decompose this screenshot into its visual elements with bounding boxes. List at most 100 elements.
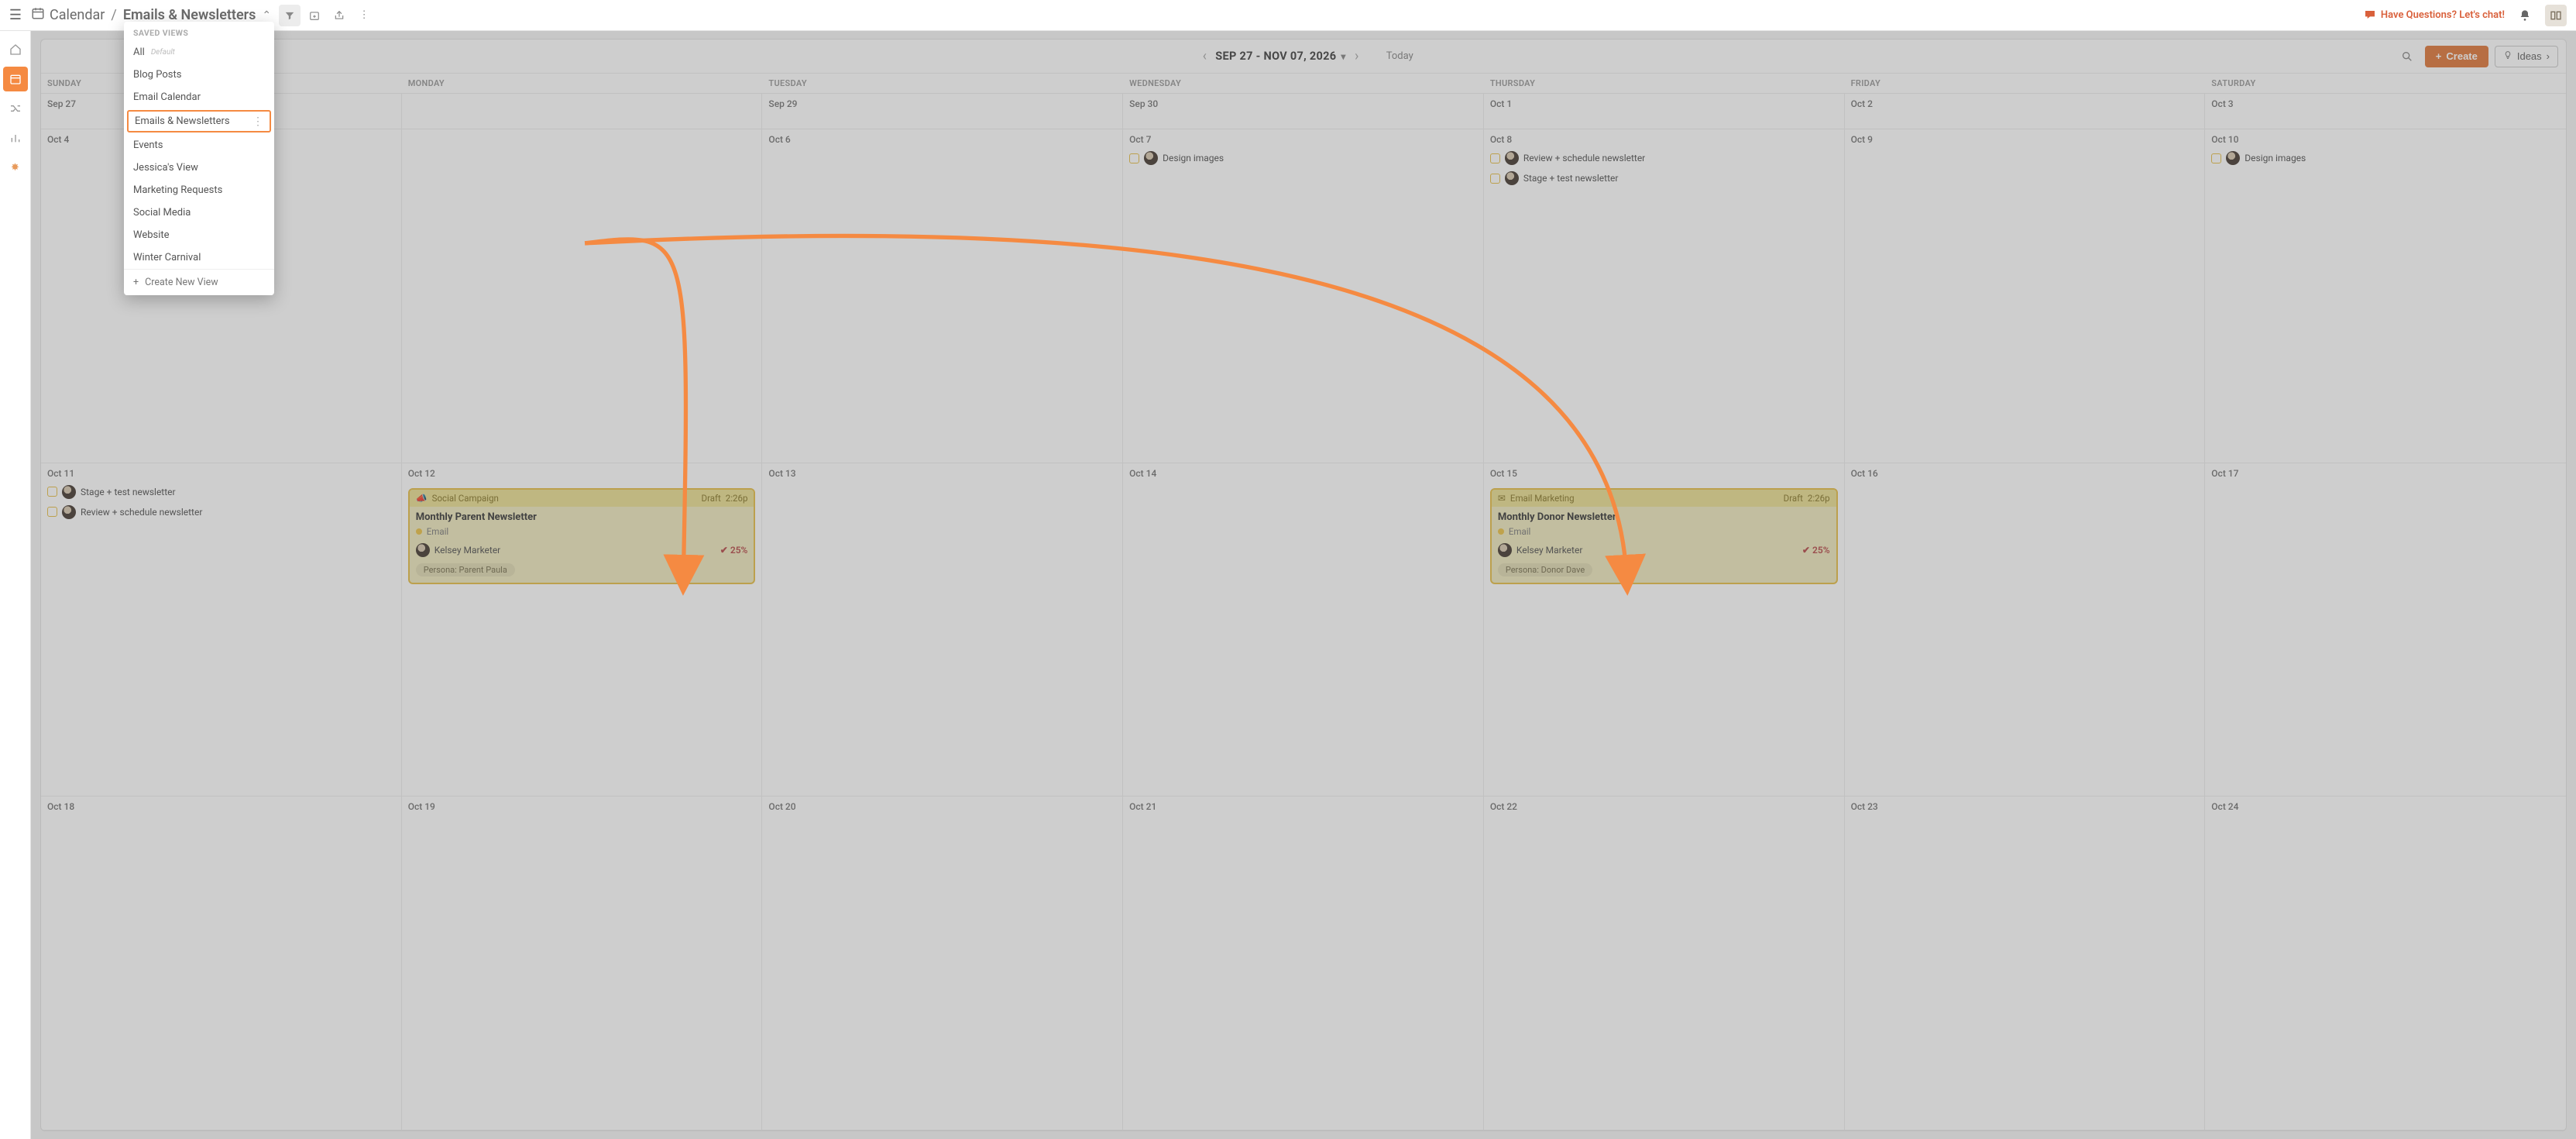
view-website[interactable]: Website [124,224,274,246]
chevron-up-icon[interactable]: ⌃ [262,9,271,22]
day-cell[interactable]: Oct 15 ✉ Email Marketing Draft2:26p Mont… [1484,463,1845,797]
progress-badge: ✔25% [1802,545,1830,556]
card-status: Draft [1784,493,1803,504]
create-new-view[interactable]: +Create New View [124,270,274,295]
day-cell[interactable] [402,94,763,129]
kebab-icon[interactable]: ⋮ [252,115,263,128]
breadcrumb-view[interactable]: Emails & Newsletters [123,7,256,23]
checkbox-icon[interactable] [1490,153,1500,163]
view-social-media[interactable]: Social Media [124,201,274,224]
checkbox-icon[interactable] [47,507,57,517]
day-cell[interactable]: Oct 9 [1845,129,2206,463]
kebab-icon[interactable]: ⋮ [353,5,375,26]
view-marketing-requests[interactable]: Marketing Requests [124,179,274,201]
view-emails-newsletters[interactable]: Emails & Newsletters⋮ [127,110,271,132]
card-kind: Social Campaign [432,493,499,504]
share-icon[interactable] [328,5,350,26]
rail-star-icon[interactable]: ✸ [3,155,28,180]
rail-calendar-icon[interactable] [3,67,28,91]
dropdown-label: SAVED VIEWS [124,22,274,41]
today-link[interactable]: Today [1386,50,1413,62]
date-label: Oct 1 [1490,98,1838,109]
plus-icon: + [2436,50,2442,62]
day-cell[interactable]: Oct 18 [41,797,402,1130]
ideas-label: Ideas [2517,50,2542,62]
rail-home-icon[interactable] [3,37,28,62]
day-cell[interactable]: Oct 10 Design images [2205,129,2566,463]
task-item[interactable]: Review + schedule newsletter [1490,151,1838,165]
day-cell[interactable]: Oct 17 [2205,463,2566,797]
checkbox-icon[interactable] [1129,153,1139,163]
task-item[interactable]: Stage + test newsletter [47,485,395,499]
toolbar-icons: ⋮ [279,5,375,26]
card-status: Draft [702,493,721,504]
content-card[interactable]: 📣 Social Campaign Draft2:26p Monthly Par… [408,488,756,584]
view-events[interactable]: Events [124,134,274,157]
day-cell[interactable]: Oct 11 Stage + test newsletter Review + … [41,463,402,797]
card-type: Email [1509,526,1530,537]
week-row: Oct 18 Oct 19 Oct 20 Oct 21 Oct 22 Oct 2… [41,797,2566,1130]
checkbox-icon[interactable] [2211,153,2221,163]
view-email-calendar[interactable]: Email Calendar [124,86,274,108]
day-cell[interactable]: Oct 2 [1845,94,2206,129]
status-dot [1498,528,1504,535]
day-cell[interactable]: Oct 1 [1484,94,1845,129]
hamburger-icon[interactable]: ☰ [5,5,26,26]
view-jessicas[interactable]: Jessica's View [124,157,274,179]
day-cell[interactable]: Oct 13 [762,463,1123,797]
breadcrumb-section[interactable]: Calendar [50,7,105,23]
task-item[interactable]: Design images [2211,151,2560,165]
week-row: Oct 4 Oct 6 Oct 7 Design images Oct 8 Re… [41,129,2566,463]
day-cell[interactable]: Oct 19 [402,797,763,1130]
day-cell[interactable]: Oct 6 [762,129,1123,463]
dow-thu: THURSDAY [1484,74,1845,93]
breadcrumb-separator: / [111,7,116,23]
rail-analytics-icon[interactable] [3,126,28,150]
reader-icon[interactable] [2545,5,2567,26]
day-cell[interactable]: Oct 7 Design images [1123,129,1484,463]
calendar-container: ‹ SEP 27 - NOV 07, 2026 ▾ › Today + Crea… [40,39,2567,1131]
day-cell[interactable]: Oct 23 [1845,797,2206,1130]
day-cell[interactable]: Oct 16 [1845,463,2206,797]
day-cell[interactable]: Oct 3 [2205,94,2566,129]
create-button[interactable]: + Create [2425,46,2488,67]
checkbox-icon[interactable] [47,487,57,497]
view-all[interactable]: AllDefault [124,41,274,64]
day-cell[interactable]: Oct 14 [1123,463,1484,797]
filter-icon[interactable] [279,5,301,26]
status-dot [416,528,422,535]
plus-icon: + [133,277,139,288]
view-winter-carnival[interactable]: Winter Carnival [124,246,274,269]
rail-shuffle-icon[interactable] [3,96,28,121]
ideas-button[interactable]: Ideas › [2495,46,2558,67]
day-cell[interactable]: Oct 20 [762,797,1123,1130]
day-cell[interactable]: Oct 12 📣 Social Campaign Draft2:26p Mont… [402,463,763,797]
day-cell[interactable]: Oct 22 [1484,797,1845,1130]
search-icon[interactable] [2396,45,2419,68]
date-label: Oct 20 [768,801,1116,812]
content-card[interactable]: ✉ Email Marketing Draft2:26p Monthly Don… [1490,488,1838,584]
bell-icon[interactable] [2514,5,2536,26]
view-blog-posts[interactable]: Blog Posts [124,64,274,86]
avatar [416,543,430,557]
task-item[interactable]: Stage + test newsletter [1490,171,1838,185]
task-label: Stage + test newsletter [1523,173,1619,184]
checkbox-icon[interactable] [1490,174,1500,184]
add-calendar-icon[interactable] [304,5,325,26]
week-row: Sep 27 Sep 29 Sep 30 Oct 1 Oct 2 Oct 3 [41,94,2566,129]
envelope-icon: ✉ [1498,493,1506,504]
next-arrow[interactable]: › [1346,46,1368,67]
date-label: Oct 21 [1129,801,1477,812]
day-cell[interactable]: Sep 30 [1123,94,1484,129]
day-cell[interactable] [402,129,763,463]
date-range[interactable]: SEP 27 - NOV 07, 2026 ▾ [1215,50,1345,63]
avatar [62,485,76,499]
task-item[interactable]: Design images [1129,151,1477,165]
day-cell[interactable]: Sep 29 [762,94,1123,129]
chat-link[interactable]: Have Questions? Let's chat! [2364,8,2505,23]
task-item[interactable]: Review + schedule newsletter [47,505,395,519]
day-cell[interactable]: Oct 24 [2205,797,2566,1130]
prev-arrow[interactable]: ‹ [1194,46,1215,67]
day-cell[interactable]: Oct 21 [1123,797,1484,1130]
day-cell[interactable]: Oct 8 Review + schedule newsletter Stage… [1484,129,1845,463]
